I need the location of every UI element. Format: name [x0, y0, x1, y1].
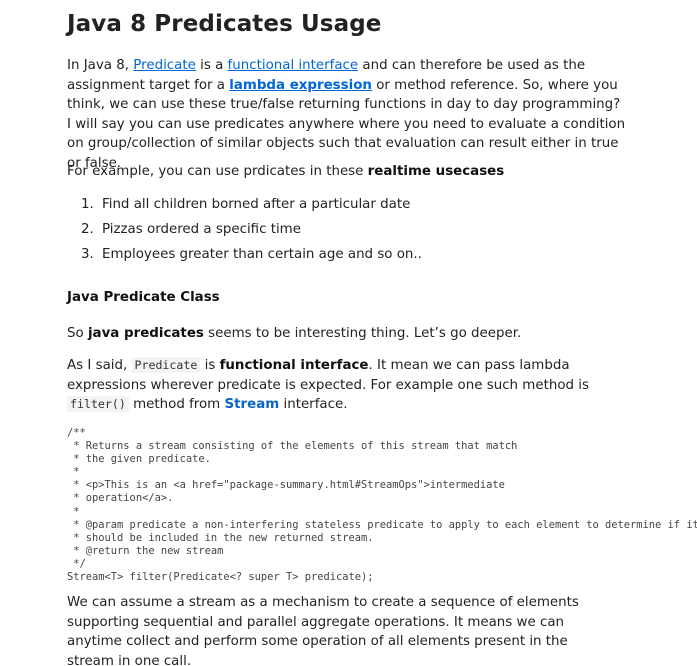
intro-text-1: In Java 8, — [67, 58, 134, 73]
example-text: For example, you can use prdicates in th… — [67, 164, 368, 179]
deeper-paragraph: So java predicates seems to be interesti… — [67, 324, 627, 344]
predicate-inline-code: Predicate — [131, 357, 201, 373]
predicate-link[interactable]: Predicate — [133, 58, 196, 73]
code-block: /** * Returns a stream consisting of the… — [67, 427, 697, 584]
list-item-text: Employees greater than certain age and s… — [102, 247, 422, 262]
functional-interface-paragraph: As I said, Predicate is functional inter… — [67, 356, 597, 415]
usecase-list: 1. Find all children borned after a parti… — [67, 192, 627, 267]
list-item: 2. Pizzas ordered a specific time — [67, 217, 627, 242]
list-item-number: 2. — [81, 222, 94, 237]
filter-inline-code: filter() — [67, 396, 129, 412]
stream-bold: Stream — [224, 397, 280, 412]
intro-text-2: is a — [195, 58, 228, 73]
said-text-2: is — [200, 358, 220, 373]
functional-interface-bold: functional interface — [219, 358, 369, 373]
intro-paragraph: In Java 8, Predicate is a functional int… — [67, 56, 627, 173]
realtime-usecases-bold: realtime usecases — [367, 164, 505, 179]
list-item: 3. Employees greater than certain age and… — [67, 242, 627, 267]
said-text-1: As I said, — [67, 358, 132, 373]
section-heading: Java Predicate Class — [67, 290, 220, 305]
example-paragraph: For example, you can use prdicates in th… — [67, 162, 627, 182]
lambda-expression-link[interactable]: lambda expression — [229, 78, 372, 93]
list-item-text: Find all children borned after a particu… — [102, 197, 411, 212]
java-predicates-bold: java predicates — [87, 326, 204, 341]
said-text-5: interface. — [279, 397, 348, 412]
article-page: Java 8 Predicates Usage In Java 8, Predi… — [0, 0, 697, 666]
closing-paragraph: We can assume a stream as a mechanism to… — [67, 595, 579, 666]
list-item-text: Pizzas ordered a specific time — [102, 222, 301, 237]
list-item: 1. Find all children borned after a parti… — [67, 192, 627, 217]
deeper-text-1: So — [67, 326, 88, 341]
list-item-number: 1. — [81, 197, 94, 212]
list-item-number: 3. — [81, 247, 94, 262]
functional-interface-link[interactable]: functional interface — [228, 58, 359, 73]
deeper-text-2: seems to be interesting thing. Let’s go … — [203, 326, 522, 341]
page-title: Java 8 Predicates Usage — [67, 11, 382, 37]
said-text-4: method from — [128, 397, 225, 412]
